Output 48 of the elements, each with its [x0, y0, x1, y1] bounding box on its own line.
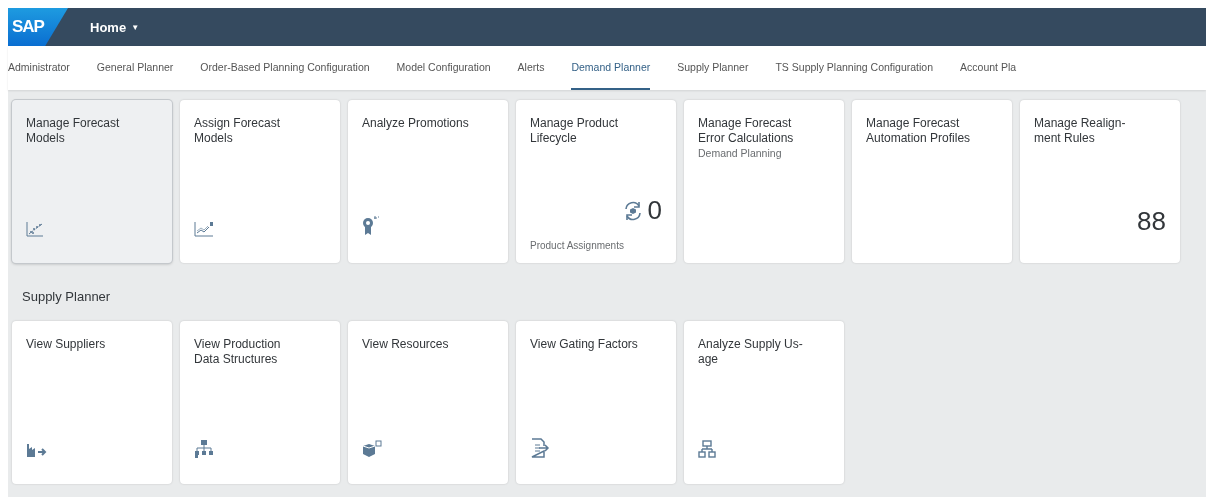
app-tile[interactable]: Manage Forecast Automation Profiles: [852, 100, 1012, 263]
app-tile[interactable]: Manage Forecast Models: [12, 100, 172, 263]
line-chart-icon: [194, 221, 214, 237]
award-icon: [362, 215, 380, 237]
tile-title: View Gating Factors: [530, 337, 639, 352]
logo: SAP: [8, 8, 68, 46]
tab[interactable]: Order-Based Planning Configuration: [200, 46, 370, 90]
tab[interactable]: TS Supply Planning Configuration: [775, 46, 934, 90]
caret-icon: ▼: [131, 22, 140, 32]
tile-title: Manage Forecast Models: [26, 116, 121, 146]
tab[interactable]: Supply Planner: [677, 46, 749, 90]
tile-title: Manage Forecast Error Calculations: [698, 116, 795, 146]
tab[interactable]: Administrator: [8, 46, 70, 90]
home-menu-button[interactable]: Home ▼: [90, 19, 140, 35]
document-icon: [530, 438, 550, 458]
tab[interactable]: Model Configuration: [396, 46, 491, 90]
tile-subtitle: Demand Planning: [698, 146, 783, 160]
tile-title: Manage Forecast Automation Profiles: [866, 116, 972, 146]
tile-title: Manage Product Lifecycle: [530, 116, 620, 146]
tile-title: View Resources: [362, 337, 450, 352]
app-tile[interactable]: View Gating Factors: [516, 321, 676, 484]
org-chart-icon: [698, 440, 716, 458]
tile-title: Manage Realign-ment Rules: [1034, 116, 1127, 146]
app-tile[interactable]: Assign Forecast Models: [180, 100, 340, 263]
tab[interactable]: Alerts: [517, 46, 545, 90]
tile-count: 88: [1137, 206, 1166, 237]
scatter-chart-icon: [26, 221, 44, 237]
tile-count: 0: [647, 195, 662, 226]
tile-title: Analyze Promotions: [362, 116, 470, 131]
tile-title: Analyze Supply Us-age: [698, 337, 804, 367]
app-tile[interactable]: Analyze Supply Us-age: [684, 321, 844, 484]
tab[interactable]: General Planner: [96, 46, 174, 90]
app-tile[interactable]: Analyze Promotions: [348, 100, 508, 263]
app-tile[interactable]: Manage Product Lifecycle 0 Product Assignments: [516, 100, 676, 263]
app-tile[interactable]: View Resources: [348, 321, 508, 484]
tile-title: Assign Forecast Models: [194, 116, 282, 146]
factory-icon: [26, 442, 48, 458]
group-title: Supply Planner: [21, 288, 112, 306]
app-tile[interactable]: View Suppliers: [12, 321, 172, 484]
tile-footer: Product Assignments: [530, 240, 662, 251]
app-tile[interactable]: View Production Data Structures: [180, 321, 340, 484]
app-tile[interactable]: Manage Realign-ment Rules 88: [1020, 100, 1180, 263]
tab[interactable]: Account Pla: [960, 46, 1017, 90]
app-tile[interactable]: Manage Forecast Error Calculations Demand Planning: [684, 100, 844, 263]
hierarchy-icon: [194, 440, 214, 458]
tile-title: View Suppliers: [26, 337, 107, 352]
box-icon: [362, 440, 382, 458]
tile-title: View Production Data Structures: [194, 337, 282, 367]
